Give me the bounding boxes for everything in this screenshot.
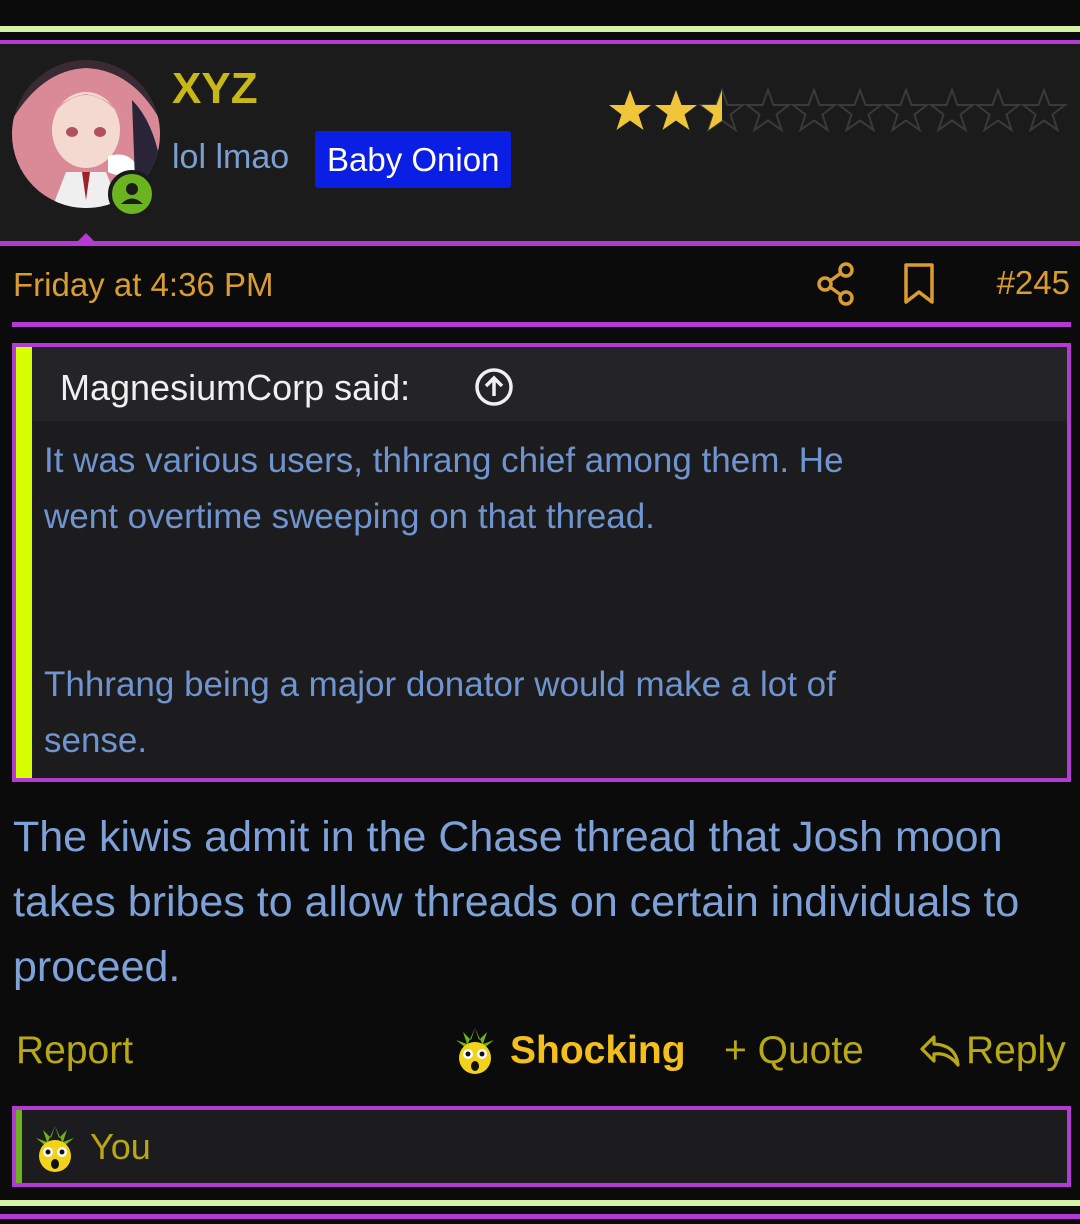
quote-line: went overtime sweeping on that thread. bbox=[44, 497, 655, 536]
reply-label: Reply bbox=[966, 1029, 1066, 1072]
post-number-link[interactable]: #245 bbox=[997, 264, 1070, 302]
bottom-divider-light bbox=[0, 1200, 1080, 1206]
star-icon bbox=[609, 90, 651, 130]
user-rating-stars bbox=[608, 82, 1068, 138]
star-empty-icon bbox=[746, 89, 790, 131]
top-divider-light bbox=[0, 26, 1080, 32]
online-status-icon bbox=[108, 170, 156, 218]
bottom-divider-accent bbox=[0, 1214, 1080, 1219]
quote-author[interactable]: MagnesiumCorp said: bbox=[60, 367, 410, 409]
star-empty-icon bbox=[1022, 89, 1066, 131]
quote-line: It was various users, thhrang chief amon… bbox=[44, 441, 844, 480]
share-icon[interactable] bbox=[816, 262, 856, 311]
reactions-summary[interactable]: You bbox=[12, 1106, 1071, 1187]
bookmark-icon[interactable] bbox=[902, 262, 936, 311]
username[interactable]: XYZ bbox=[172, 64, 258, 114]
star-empty-icon bbox=[930, 89, 974, 131]
reaction-shocking-button[interactable]: Shocking bbox=[510, 1026, 686, 1076]
quote-header: MagnesiumCorp said: bbox=[32, 347, 1067, 421]
shocked-onion-emoji bbox=[32, 1124, 78, 1179]
arrow-up-circle-icon[interactable] bbox=[474, 367, 514, 412]
quote-button[interactable]: + Quote bbox=[724, 1026, 864, 1076]
header-divider bbox=[0, 241, 1080, 246]
user-banner-badge: Baby Onion bbox=[315, 131, 512, 188]
user-title: lol lmao bbox=[172, 138, 290, 176]
star-empty-icon bbox=[792, 89, 836, 131]
post-body-text: The kiwis admit in the Chase thread that… bbox=[13, 813, 1020, 991]
star-half-icon bbox=[700, 89, 744, 131]
star-empty-icon bbox=[884, 89, 928, 131]
shocked-onion-emoji[interactable] bbox=[452, 1026, 498, 1081]
meta-divider bbox=[12, 322, 1071, 327]
star-empty-icon bbox=[838, 89, 882, 131]
reactions-accent-bar bbox=[16, 1110, 22, 1183]
post-date[interactable]: Friday at 4:36 PM bbox=[13, 266, 273, 304]
star-empty-icon bbox=[976, 89, 1020, 131]
quote-line: sense. bbox=[44, 721, 148, 760]
post-header bbox=[0, 44, 1080, 242]
report-button[interactable]: Report bbox=[16, 1026, 133, 1076]
reply-button[interactable]: Reply bbox=[918, 1026, 1066, 1076]
quote-line: Thhrang being a major donator would make… bbox=[44, 665, 836, 704]
quote-block: MagnesiumCorp said: It was various users… bbox=[12, 343, 1071, 782]
reply-arrow-icon bbox=[918, 1031, 962, 1071]
star-icon bbox=[655, 90, 697, 130]
quote-accent-bar bbox=[16, 347, 32, 778]
reactions-user-list[interactable]: You bbox=[90, 1126, 151, 1168]
